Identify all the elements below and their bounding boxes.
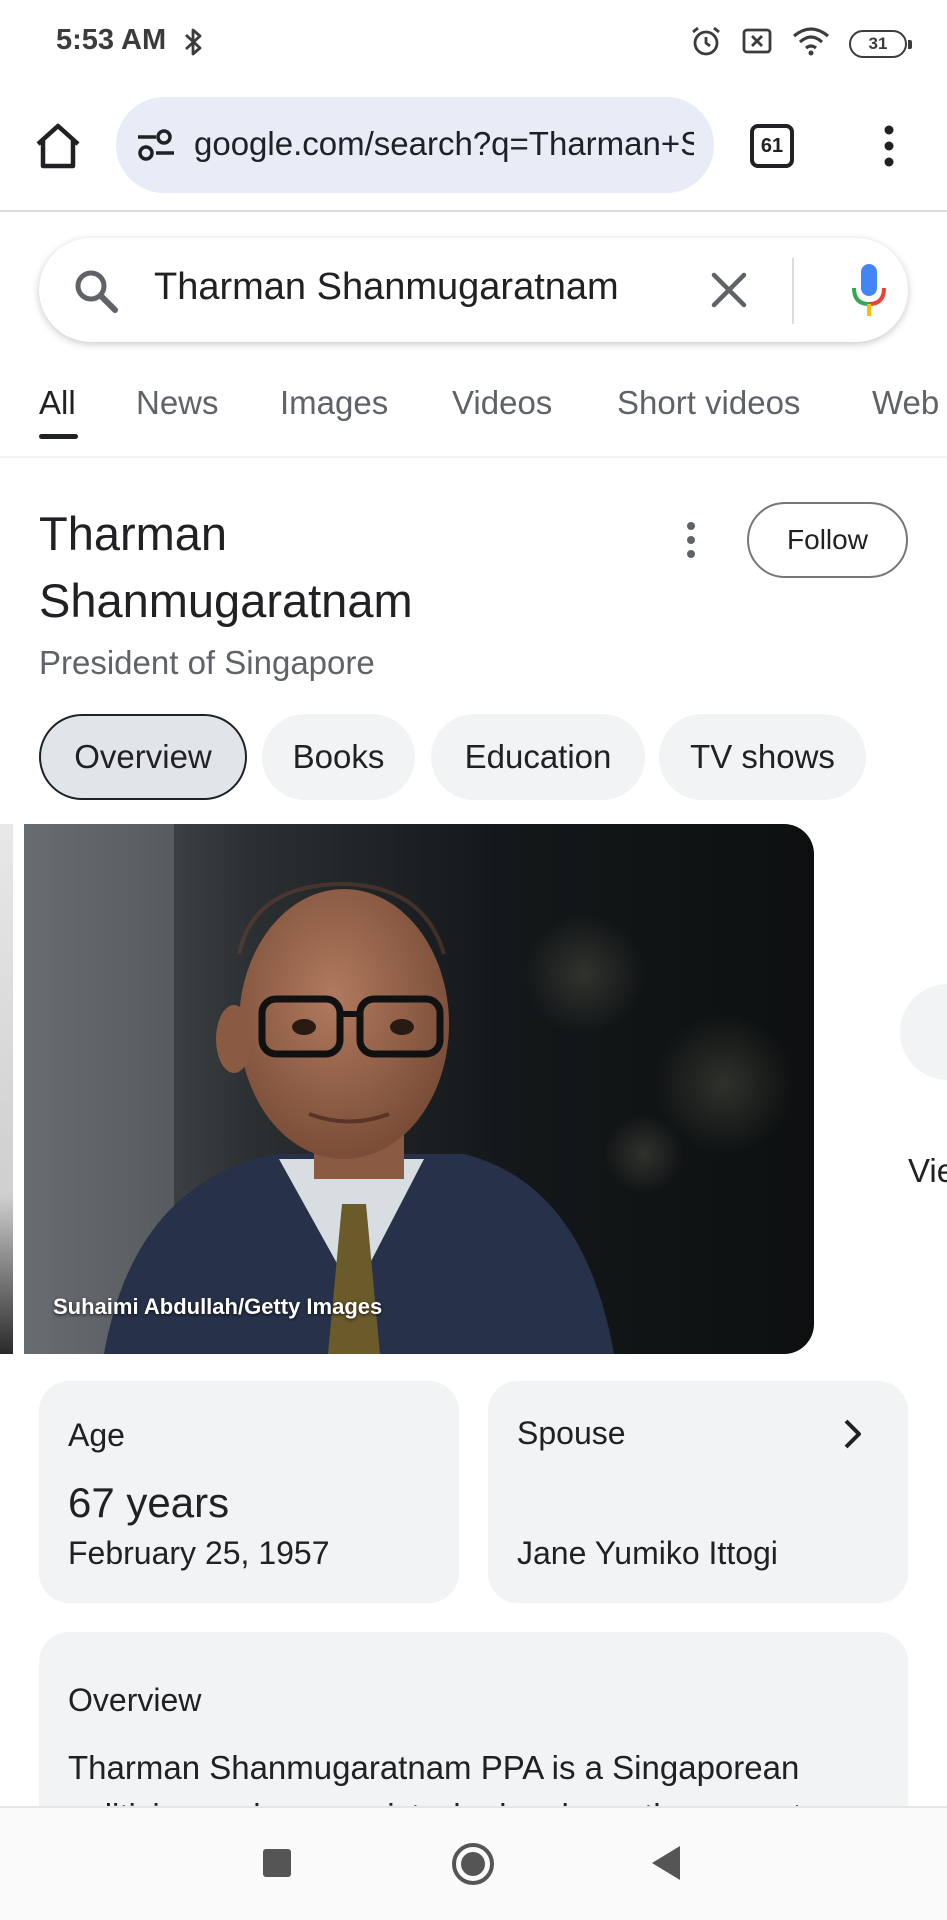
knowledge-panel-subtitle: President of Singapore xyxy=(39,644,375,681)
home-button[interactable] xyxy=(452,1843,494,1885)
tab-all[interactable]: All xyxy=(39,384,76,422)
portrait-illustration xyxy=(24,824,794,1354)
site-settings-icon[interactable] xyxy=(136,128,176,167)
browser-menu-icon[interactable] xyxy=(874,124,904,168)
photo-credit: Suhaimi Abdullah/Getty Images xyxy=(53,1294,383,1319)
spouse-name[interactable]: Jane Yumiko Ittogi xyxy=(517,1535,778,1572)
alarm-icon xyxy=(689,24,723,63)
topic-chips: Overview Books Education TV shows xyxy=(0,714,947,800)
wifi-icon xyxy=(791,25,831,62)
back-button[interactable] xyxy=(652,1846,680,1880)
tab-active-indicator xyxy=(39,434,78,439)
view-more-label[interactable]: View xyxy=(908,1152,947,1190)
overview-heading: Overview xyxy=(68,1682,202,1718)
home-icon[interactable] xyxy=(32,120,84,172)
bluetooth-icon xyxy=(182,26,206,63)
browser-toolbar: google.com/search?q=Tharman+Shanmugaratn… xyxy=(0,84,947,212)
follow-button[interactable]: Follow xyxy=(747,502,908,578)
search-input[interactable] xyxy=(154,266,714,309)
tab-count: 61 xyxy=(760,134,784,157)
age-value: 67 years xyxy=(68,1479,230,1526)
microphone-icon[interactable] xyxy=(849,262,889,325)
chip-tv-shows[interactable]: TV shows xyxy=(659,714,866,800)
knowledge-panel-title: Tharman Shanmugaratnam xyxy=(39,507,413,627)
tab-videos[interactable]: Videos xyxy=(452,384,552,422)
spouse-card[interactable]: Spouse Jane Yumiko Ittogi xyxy=(488,1381,908,1603)
search-icon[interactable] xyxy=(73,268,119,319)
portrait-photo[interactable]: Suhaimi Abdullah/Getty Images xyxy=(24,824,814,1354)
view-more-icon[interactable] xyxy=(900,984,947,1080)
address-bar[interactable]: google.com/search?q=Tharman+Shanmugaratn… xyxy=(116,97,714,193)
search-tabs: All News Images Videos Short videos Web xyxy=(0,372,947,458)
search-box xyxy=(39,238,908,342)
search-divider xyxy=(792,258,794,324)
clear-icon[interactable] xyxy=(709,270,749,315)
more-options-icon[interactable] xyxy=(680,520,702,560)
url-text[interactable]: google.com/search?q=Tharman+Shanmugaratn… xyxy=(194,125,694,163)
battery-icon: 31 xyxy=(849,29,912,58)
tab-news[interactable]: News xyxy=(136,384,219,422)
age-card: Age 67 years February 25, 1957 xyxy=(39,1381,459,1603)
battery-level: 31 xyxy=(868,33,888,53)
tab-web[interactable]: Web xyxy=(872,384,939,422)
tab-short-videos[interactable]: Short videos xyxy=(617,384,800,422)
recents-button[interactable] xyxy=(263,1849,291,1877)
tab-images[interactable]: Images xyxy=(280,384,388,422)
birth-date: February 25, 1957 xyxy=(68,1535,330,1571)
chip-education[interactable]: Education xyxy=(431,714,645,800)
spouse-label: Spouse xyxy=(517,1415,626,1451)
system-nav-bar xyxy=(0,1806,947,1920)
no-sim-icon xyxy=(741,26,773,61)
previous-image[interactable] xyxy=(0,824,13,1354)
chip-books[interactable]: Books xyxy=(262,714,415,800)
tab-switcher-button[interactable]: 61 xyxy=(750,124,794,168)
status-time: 5:53 AM xyxy=(56,24,167,56)
chevron-right-icon[interactable] xyxy=(842,1417,864,1456)
status-bar: 5:53 AM 31 xyxy=(0,0,947,84)
chip-overview[interactable]: Overview xyxy=(39,714,247,800)
age-label: Age xyxy=(68,1417,125,1453)
image-carousel: Suhaimi Abdullah/Getty Images View xyxy=(0,824,947,1354)
